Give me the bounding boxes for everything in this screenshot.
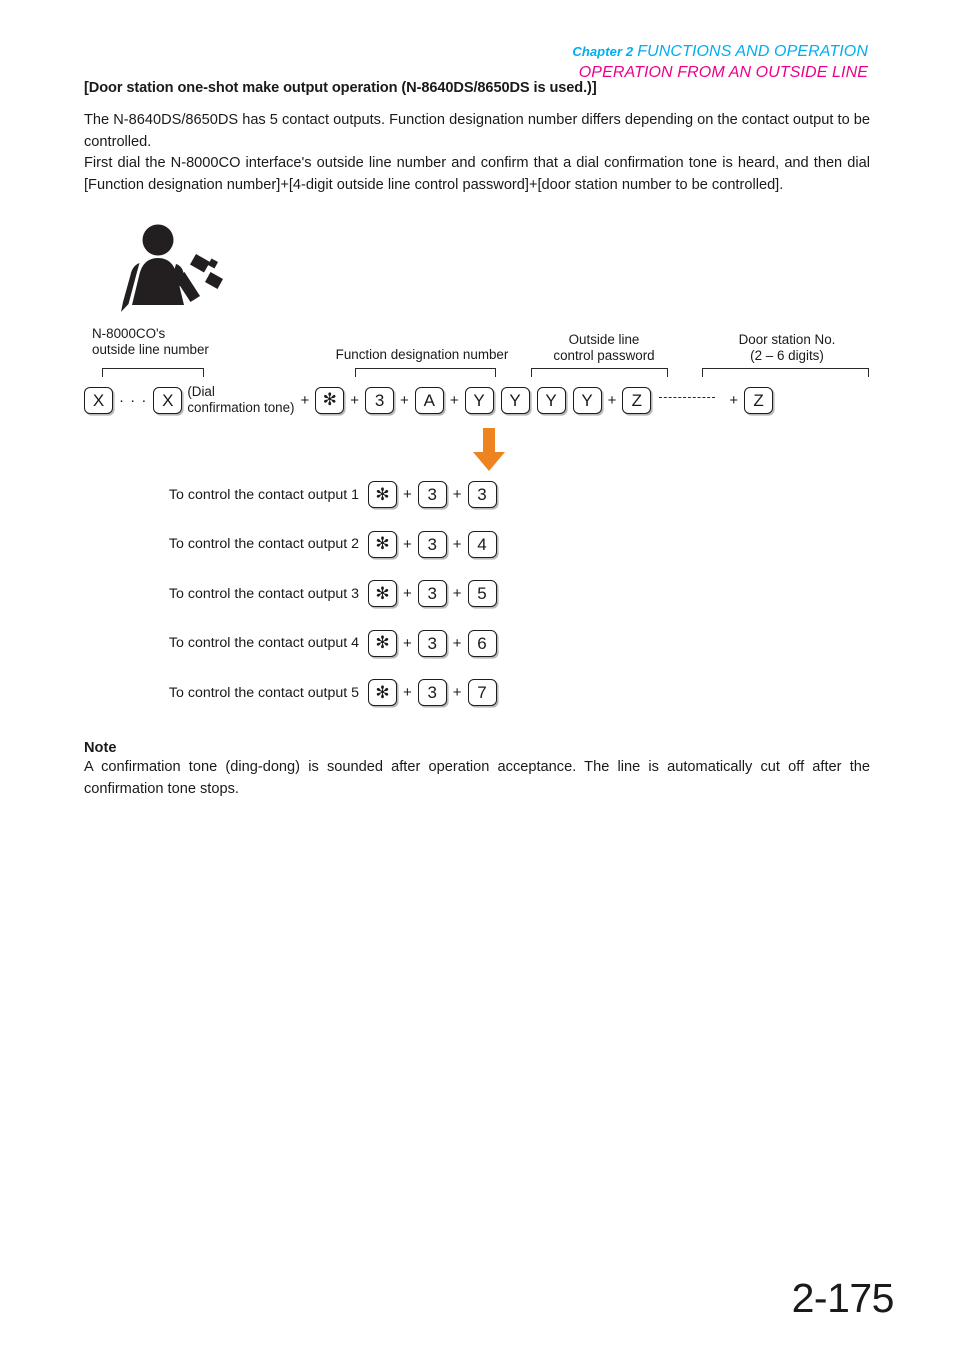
contact-output-label: To control the contact output 5 <box>168 684 359 701</box>
key-function-digit-first[interactable]: 3 <box>417 481 447 509</box>
dial-confirmation-tone-note-line1: (Dial <box>187 384 215 399</box>
group-label-door-station: Door station No. (2 – 6 digits) <box>697 332 877 365</box>
plus-sign: + <box>403 486 412 504</box>
key-asterisk[interactable]: ✻ <box>315 386 345 414</box>
bracket-door-station <box>702 368 869 377</box>
key-function-digit-first[interactable]: 3 <box>417 679 447 707</box>
plus-sign: + <box>403 535 412 553</box>
dial-sequence-row: X · · · X (Dial confirmation tone) + ✻ +3 + A + Y Y Y… <box>84 384 774 416</box>
contact-output-label: To control the contact output 4 <box>168 635 359 652</box>
key-function-digit-second[interactable]: 4 <box>467 530 497 558</box>
header-chapter-line: Chapter 2 FUNCTIONS AND OPERATION <box>572 42 868 62</box>
plus-sign: + <box>403 634 412 652</box>
group-label-outside-line-number-line1: N-8000CO's <box>92 326 166 341</box>
dial-sequence-figure: N-8000CO's outside line number Function … <box>84 222 884 722</box>
key-password-digit-2[interactable]: Y <box>500 386 530 414</box>
key-function-digit-3[interactable]: 3 <box>365 386 395 414</box>
note-body: A confirmation tone (ding-dong) is sound… <box>84 759 870 797</box>
header-chapter-title: FUNCTIONS AND OPERATION <box>637 43 868 60</box>
contact-output-row: To control the contact output 5 ✻ + 3 + … <box>84 668 497 718</box>
plus-sign-4: + <box>449 391 459 409</box>
plus-sign-2: + <box>350 391 360 409</box>
orange-down-arrow-icon <box>472 428 506 472</box>
paragraph-1: The N-8640DS/8650DS has 5 contact output… <box>84 112 870 150</box>
group-label-function-designation-text: Function designation number <box>335 347 509 362</box>
key-password-digit-4[interactable]: Y <box>572 386 602 414</box>
group-label-function-designation: Function designation number <box>322 347 522 363</box>
key-function-digit-second[interactable]: 6 <box>467 629 497 657</box>
group-label-door-station-line1: Door station No. <box>738 332 836 347</box>
plus-sign-5: + <box>607 391 617 409</box>
plus-sign-1: + <box>300 391 310 409</box>
group-label-door-station-line2: (2 – 6 digits) <box>750 348 824 364</box>
plus-sign: + <box>452 634 462 652</box>
bracket-outside-line-number <box>102 368 204 377</box>
note-title: Note <box>84 740 117 756</box>
plus-sign-6: + <box>729 391 739 409</box>
key-function-digit-first[interactable]: 3 <box>417 530 447 558</box>
contact-output-row: To control the contact output 3 ✻ + 3 + … <box>84 569 497 619</box>
person-on-telephone-icon <box>118 224 228 319</box>
contact-output-row: To control the contact output 1 ✻ + 3 + … <box>84 470 497 520</box>
key-outside-line-digit-last[interactable]: X <box>153 386 183 414</box>
contact-output-label: To control the contact output 3 <box>168 585 359 602</box>
key-asterisk[interactable]: ✻ <box>368 580 397 608</box>
plus-sign: + <box>452 684 462 702</box>
group-label-outside-line-number: N-8000CO's outside line number <box>92 326 209 359</box>
body-content: [Door station one-shot make output opera… <box>84 80 870 196</box>
contact-output-list: To control the contact output 1 ✻ + 3 + … <box>84 470 497 718</box>
key-function-digit-a[interactable]: A <box>414 386 444 414</box>
plus-sign: + <box>452 585 462 603</box>
group-label-control-password-line1: Outside line <box>568 332 640 347</box>
plus-sign-3: + <box>400 391 409 409</box>
group-label-outside-line-number-line2: outside line number <box>92 342 209 358</box>
key-asterisk[interactable]: ✻ <box>368 629 397 657</box>
key-password-digit-3[interactable]: Y <box>536 386 566 414</box>
plus-sign: + <box>403 684 412 702</box>
key-asterisk[interactable]: ✻ <box>368 679 397 707</box>
key-function-digit-second[interactable]: 7 <box>467 679 497 707</box>
key-function-digit-first[interactable]: 3 <box>417 629 447 657</box>
page-header: Chapter 2 FUNCTIONS AND OPERATION OPERAT… <box>572 42 868 84</box>
key-outside-line-digit-first[interactable]: X <box>84 386 113 414</box>
dial-dots-separator: · · · <box>119 391 148 409</box>
key-door-station-digit-last[interactable]: Z <box>744 386 774 414</box>
dial-confirmation-tone-note: (Dial confirmation tone) <box>182 384 294 416</box>
section-heading: [Door station one-shot make output opera… <box>84 80 597 96</box>
bracket-function-designation <box>355 368 496 377</box>
key-function-digit-first[interactable]: 3 <box>417 580 447 608</box>
contact-output-row: To control the contact output 4 ✻ + 3 + … <box>84 619 497 669</box>
contact-output-row: To control the contact output 2 ✻ + 3 + … <box>84 520 497 570</box>
key-asterisk[interactable]: ✻ <box>368 481 397 509</box>
key-password-digit-1[interactable]: Y <box>464 386 494 414</box>
dial-confirmation-tone-note-line2: confirmation tone) <box>187 400 295 416</box>
plus-sign: + <box>452 486 462 504</box>
key-asterisk[interactable]: ✻ <box>368 530 397 558</box>
key-function-digit-second[interactable]: 3 <box>467 481 497 509</box>
plus-sign: + <box>452 535 462 553</box>
contact-output-label: To control the contact output 1 <box>168 486 359 503</box>
page-number: 2-175 <box>791 1275 895 1321</box>
bracket-control-password <box>531 368 668 377</box>
plus-sign: + <box>403 585 412 603</box>
key-function-digit-second[interactable]: 5 <box>467 580 497 608</box>
contact-output-label: To control the contact output 2 <box>168 536 359 553</box>
note-block: Note A confirmation tone (ding-dong) is … <box>84 740 870 800</box>
header-chapter-label: Chapter 2 <box>572 44 634 59</box>
group-label-control-password-line2: control password <box>553 348 655 364</box>
door-station-dashed-separator <box>659 397 716 399</box>
paragraph-2: First dial the N-8000CO interface's outs… <box>84 155 870 193</box>
key-door-station-digit-first[interactable]: Z <box>622 386 652 414</box>
group-label-control-password: Outside line control password <box>521 332 687 365</box>
